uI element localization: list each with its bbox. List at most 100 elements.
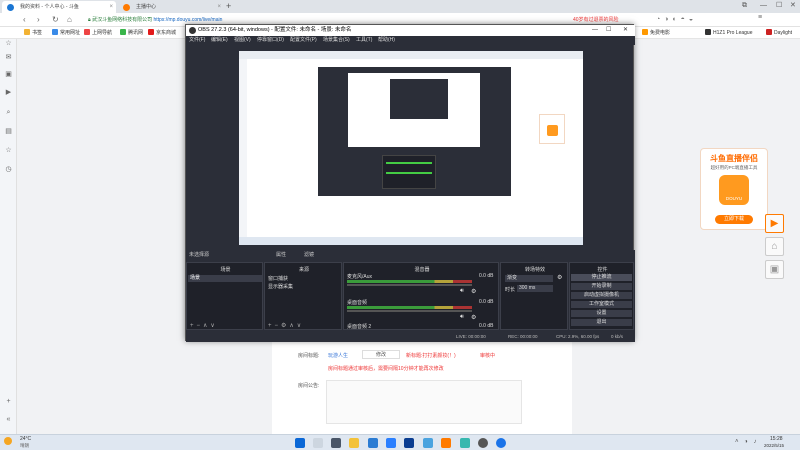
file-explorer-icon[interactable] — [349, 438, 359, 448]
volume-meter — [347, 280, 472, 283]
menu-edit[interactable]: 编辑(E) — [211, 36, 228, 45]
app-icon[interactable] — [404, 438, 414, 448]
menu-docks[interactable]: 停靠窗口(D) — [257, 36, 284, 45]
transition-settings-icon[interactable]: ⚙ — [557, 274, 562, 281]
minimize-icon[interactable]: — — [760, 0, 767, 12]
start-recording-button[interactable]: 开始录制 — [571, 283, 632, 290]
captured-promo-logo — [547, 125, 558, 136]
weather-temp[interactable]: 24°C — [20, 436, 31, 442]
extension-icons[interactable]: ◔◑◐◓◒ — [656, 15, 726, 25]
app-icon[interactable] — [423, 438, 433, 448]
obs-preview[interactable] — [239, 51, 583, 245]
obs-close-icon[interactable]: ✕ — [623, 25, 628, 36]
exit-button[interactable]: 退出 — [571, 319, 632, 326]
bookmark-item[interactable]: 免费电影 — [642, 27, 670, 39]
volume-slider[interactable] — [347, 284, 472, 286]
menu-help[interactable]: 帮助(H) — [378, 36, 395, 45]
mini-window-icon[interactable]: ▣ — [765, 260, 784, 279]
menu-view[interactable]: 视图(V) — [234, 36, 251, 45]
start-icon[interactable] — [295, 438, 305, 448]
task-view-icon[interactable] — [331, 438, 341, 448]
chat-icon[interactable]: ✉ — [4, 53, 13, 62]
promo-title: 斗鱼直播伴侣 — [710, 154, 758, 163]
app-icon[interactable] — [368, 438, 378, 448]
transition-select[interactable]: 渐变 — [505, 275, 553, 282]
maximize-icon[interactable]: ☐ — [776, 0, 782, 12]
search-icon[interactable]: ⌕ — [4, 108, 13, 117]
app-icon[interactable] — [386, 438, 396, 448]
properties-button[interactable]: 属性 — [276, 251, 286, 258]
speaker-icon[interactable]: 🔊︎ — [460, 314, 464, 321]
app-icon[interactable] — [460, 438, 470, 448]
scene-toolbar-icons[interactable]: +−∧∨ — [190, 322, 218, 329]
book-icon[interactable]: ▤ — [4, 127, 13, 136]
game-icon[interactable]: ▣ — [4, 70, 13, 79]
settings-gear-icon[interactable]: ⚙ — [471, 288, 476, 295]
settings-button[interactable]: 设置 — [571, 310, 632, 317]
duration-input[interactable]: 300 ms — [517, 285, 553, 292]
obs-maximize-icon[interactable]: ☐ — [606, 25, 611, 36]
menu-icon[interactable]: ≡ — [758, 14, 762, 21]
back-icon[interactable]: ‹ — [23, 14, 26, 26]
obs-minimize-icon[interactable]: — — [592, 25, 598, 36]
close-tab-icon[interactable]: × — [217, 1, 221, 13]
search-taskbar-icon[interactable] — [313, 438, 323, 448]
speaker-icon[interactable]: 🔊︎ — [460, 288, 464, 295]
home-side-icon[interactable]: ⌂ — [765, 237, 784, 256]
new-tab-button[interactable]: + — [226, 0, 231, 12]
menu-profile[interactable]: 配置文件(P) — [290, 36, 317, 45]
search-hint[interactable]: 40岁有过退票的风险 — [573, 16, 619, 23]
play-icon[interactable]: ▶ — [765, 214, 784, 233]
nested-meter — [386, 162, 432, 164]
virtual-camera-button[interactable]: 启动虚拟摄像机 — [571, 292, 632, 299]
captured-browser-bar — [239, 51, 583, 59]
bookmark-item[interactable]: 常用网址 — [52, 27, 80, 39]
refresh-icon[interactable]: ↻ — [52, 14, 59, 26]
stop-streaming-button[interactable]: 停止推流 — [571, 274, 632, 281]
menu-tools[interactable]: 工具(T) — [356, 36, 372, 45]
source-item[interactable]: 窗口捕获 — [268, 275, 288, 282]
tab-profile[interactable]: 我的资料 - 个人中心 - 斗鱼 × — [2, 1, 116, 13]
bookmark-item[interactable]: 上网导航 — [84, 27, 112, 39]
browser-taskbar-icon[interactable] — [496, 438, 506, 448]
star-icon[interactable]: ☆ — [4, 39, 13, 48]
obs-taskbar-icon[interactable] — [478, 438, 488, 448]
room-notice-textarea[interactable] — [326, 380, 522, 424]
companion-promo[interactable]: 斗鱼直播伴侣 超好用的PC端直播工具 DOUYU 立即下载 — [700, 148, 768, 230]
settings-gear-icon[interactable]: ⚙ — [471, 314, 476, 321]
filters-button[interactable]: 滤镜 — [304, 251, 314, 258]
source-item[interactable]: 显示器采集 — [268, 283, 293, 290]
studio-mode-button[interactable]: 工作室模式 — [571, 301, 632, 308]
tab-title: 主播中心 — [136, 4, 157, 10]
url-path: https://mp.douyu.com/live/main — [153, 17, 223, 23]
tray-icons[interactable]: ˄ ◑ ♪ — [735, 439, 758, 445]
history-icon[interactable]: ◷ — [4, 165, 13, 174]
collapse-icon[interactable]: « — [4, 415, 13, 424]
bookmark-item[interactable]: 腾讯网 — [120, 27, 143, 39]
add-icon[interactable]: + — [4, 397, 13, 406]
douyu-taskbar-icon[interactable] — [441, 438, 451, 448]
bookmark-item[interactable]: 京东商城 — [148, 27, 176, 39]
forward-icon[interactable]: › — [37, 14, 40, 26]
volume-slider[interactable] — [347, 310, 472, 312]
video-icon[interactable]: ▶ — [4, 88, 13, 97]
bookmark-icon[interactable]: ☆ — [4, 146, 13, 155]
bookmark-item[interactable]: 书签 — [24, 27, 42, 39]
source-toolbar-icons[interactable]: +−⚙∧∨ — [268, 322, 304, 329]
home-icon[interactable]: ⌂ — [67, 14, 72, 26]
menu-scene-collection[interactable]: 场景集合(S) — [323, 36, 350, 45]
clock-date[interactable]: 2022/5/15 — [764, 443, 784, 448]
lock-icon: 🔒︎ — [88, 17, 91, 23]
restore-icon[interactable]: ⧉ — [742, 0, 747, 12]
close-window-icon[interactable]: ✕ — [790, 0, 796, 12]
tab-anchor-center[interactable]: 主播中心 × — [118, 1, 224, 13]
bookmark-item[interactable]: H1Z1 Pro League — [705, 27, 752, 39]
scene-item[interactable]: 场景 — [188, 275, 262, 282]
download-button[interactable]: 立即下载 — [715, 215, 753, 224]
close-tab-icon[interactable]: × — [109, 1, 113, 13]
room-title-label: 房间标题: — [298, 353, 320, 359]
bookmark-item[interactable]: Daylight — [766, 27, 792, 39]
menu-file[interactable]: 文件(F) — [189, 36, 205, 45]
clock-time[interactable]: 15:28 — [770, 436, 783, 442]
edit-title-button[interactable]: 修改 — [362, 350, 400, 359]
